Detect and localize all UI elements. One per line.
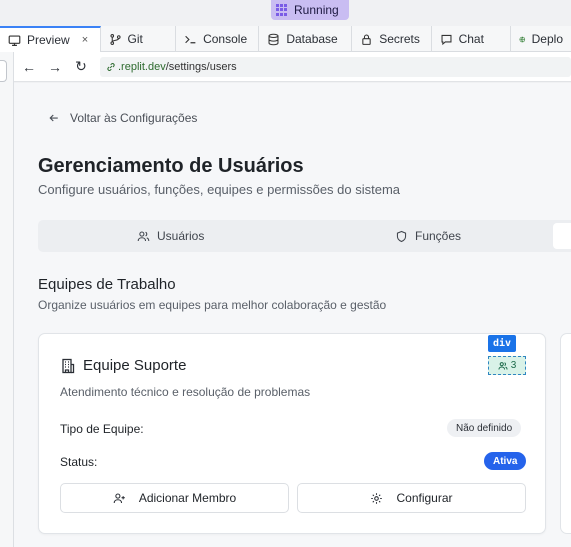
forward-arrow-icon[interactable]: → <box>44 56 66 78</box>
tab-chat-label: Chat <box>458 32 484 46</box>
url-path: /settings/users <box>165 60 237 73</box>
add-member-label: Adicionar Membro <box>138 491 237 505</box>
url-host: .replit.dev <box>118 60 166 73</box>
tab-teams-active[interactable] <box>553 223 571 249</box>
url-field[interactable]: .replit.dev/settings/users <box>100 56 571 77</box>
team-type-label: Tipo de Equipe: <box>60 422 144 436</box>
lock-icon <box>362 34 371 45</box>
tab-preview[interactable]: Preview × <box>0 26 101 52</box>
tab-console-label: Console <box>203 32 248 46</box>
team-card-next <box>560 333 571 534</box>
team-card: Equipe Suporte div 3 Atendimento técnico… <box>38 333 546 534</box>
reload-icon[interactable]: ↻ <box>70 56 92 78</box>
add-member-button[interactable]: Adicionar Membro <box>60 483 289 513</box>
gear-icon <box>371 492 383 504</box>
tab-users[interactable]: Usuários <box>137 220 204 252</box>
git-branch-icon <box>109 33 121 45</box>
tab-database-label: Database <box>286 32 338 46</box>
team-type-badge: Não definido <box>447 419 522 437</box>
tab-users-label: Usuários <box>157 229 205 243</box>
arrow-left-icon <box>49 114 58 122</box>
monitor-icon <box>8 34 21 46</box>
page-subtitle: Configure usuários, funções, equipes e p… <box>38 182 401 197</box>
workspace-tabs: Preview × Git Console Database Secrets C… <box>0 26 571 52</box>
close-icon[interactable]: × <box>82 34 88 46</box>
section-subtitle: Organize usuários em equipes para melhor… <box>38 298 387 312</box>
status-badge: Ativa <box>484 452 527 470</box>
run-status-label: Running <box>294 3 339 17</box>
tab-deployments[interactable]: Deplo <box>511 26 571 52</box>
shield-icon <box>396 230 407 242</box>
configure-button[interactable]: Configurar <box>297 483 526 513</box>
workspace-topbar: Running <box>0 0 571 26</box>
element-inspector-tag: div <box>488 335 517 352</box>
chat-icon <box>441 34 452 45</box>
users-icon <box>498 361 508 369</box>
tab-git[interactable]: Git <box>101 26 177 52</box>
globe-icon <box>519 36 526 42</box>
run-status[interactable]: Running <box>271 0 349 20</box>
team-description: Atendimento técnico e resolução de probl… <box>60 385 311 399</box>
configure-label: Configurar <box>396 491 453 505</box>
section-title: Equipes de Trabalho <box>38 276 176 293</box>
tab-roles-label: Funções <box>415 229 462 243</box>
back-to-settings-link[interactable]: Voltar às Configurações <box>48 111 197 125</box>
member-count-badge[interactable]: 3 <box>488 356 526 375</box>
back-arrow-icon[interactable]: ← <box>18 56 40 78</box>
users-icon <box>137 231 150 241</box>
tab-console[interactable]: Console <box>176 26 260 52</box>
user-plus-icon <box>113 493 125 503</box>
page-content: Voltar às Configurações Gerenciamento de… <box>14 83 571 547</box>
tab-chat[interactable]: Chat <box>432 26 511 52</box>
building-icon <box>62 358 75 373</box>
back-label: Voltar às Configurações <box>70 111 198 125</box>
side-panel-edge <box>0 52 14 547</box>
running-icon <box>276 4 288 16</box>
browser-toolbar: ← → ↻ .replit.dev/settings/users <box>14 52 571 82</box>
panel-handle[interactable] <box>0 60 7 82</box>
team-name: Equipe Suporte <box>83 357 187 374</box>
tab-deployments-label: Deplo <box>531 32 563 46</box>
tab-secrets[interactable]: Secrets <box>352 26 432 52</box>
team-status-label: Status: <box>60 455 98 469</box>
tab-roles[interactable]: Funções <box>395 220 461 252</box>
link-icon <box>107 62 115 71</box>
tab-preview-label: Preview <box>27 33 70 47</box>
tab-git-label: Git <box>127 32 143 46</box>
page-title: Gerenciamento de Usuários <box>38 155 304 177</box>
team-header: Equipe Suporte <box>60 357 186 374</box>
settings-tablist: Usuários Funções <box>38 220 571 252</box>
member-count: 3 <box>510 360 517 371</box>
tab-secrets-label: Secrets <box>379 32 420 46</box>
terminal-icon <box>185 35 196 43</box>
database-icon <box>268 33 279 45</box>
tab-database[interactable]: Database <box>259 26 353 52</box>
